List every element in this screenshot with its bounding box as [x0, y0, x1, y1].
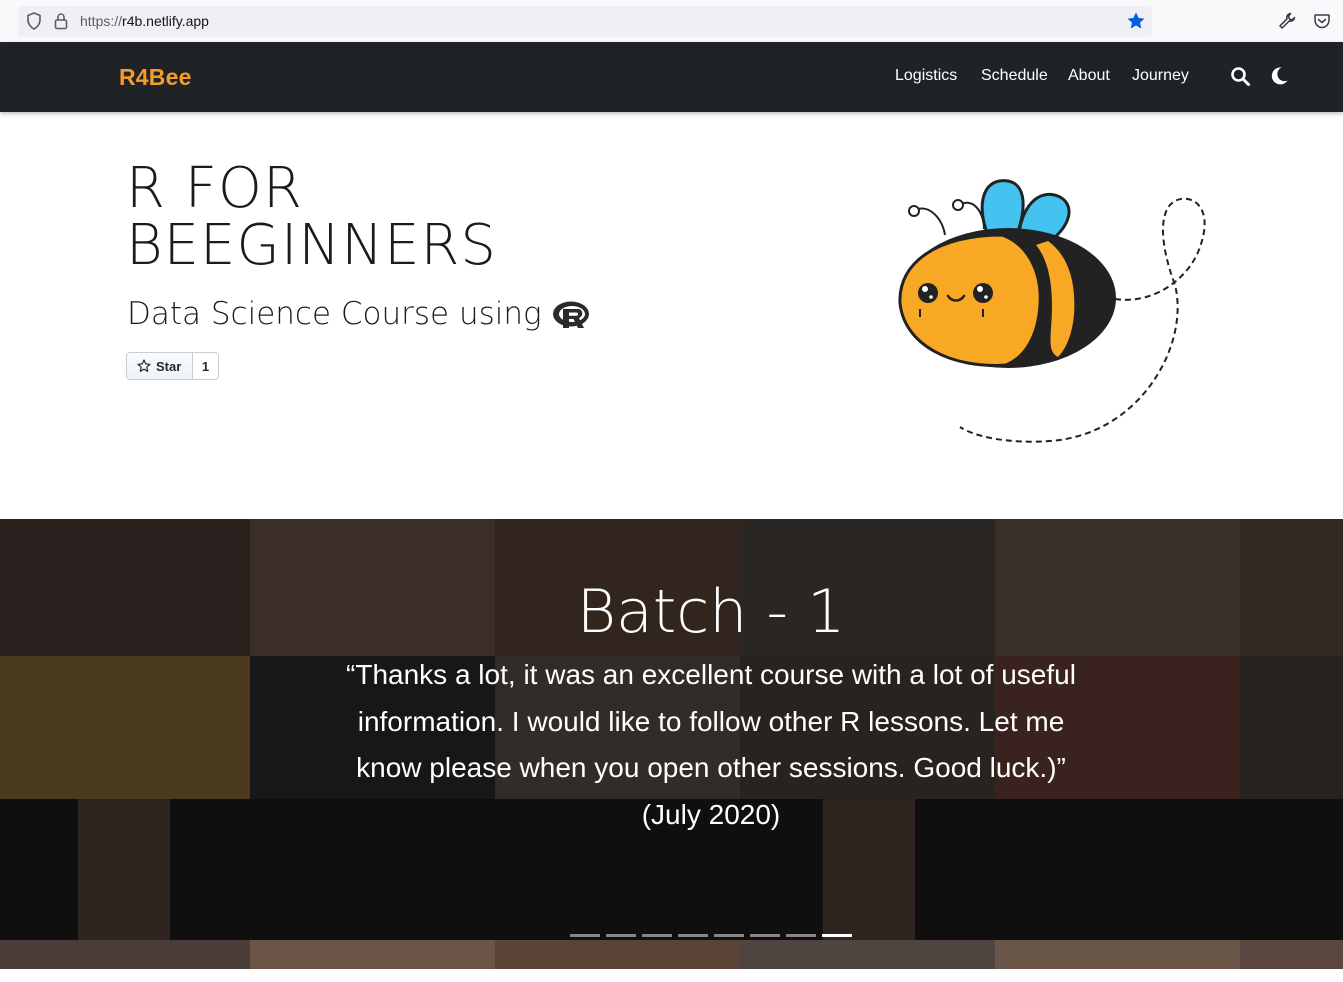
testimonial-carousel[interactable]: Batch - 1 “Thanks a lot, it was an excel… — [0, 519, 1343, 940]
r-language-logo-icon — [553, 301, 589, 328]
page-subtitle: Data Science Course using — [127, 296, 542, 332]
quote-date: (July 2020) — [641, 798, 781, 830]
carousel-indicator[interactable] — [606, 934, 636, 937]
browser-toolbar: https://r4b.netlify.app — [0, 0, 1343, 42]
carousel-indicator[interactable] — [714, 934, 744, 937]
lock-icon[interactable] — [53, 12, 69, 30]
url-text[interactable]: https://r4b.netlify.app — [80, 13, 209, 29]
carousel-indicators — [570, 934, 852, 937]
brand-logo[interactable]: R4Bee — [119, 64, 192, 91]
nav-link-schedule[interactable]: Schedule — [981, 67, 1048, 85]
github-star-button[interactable]: Star — [126, 352, 193, 380]
page-title-line-1: R FOR — [126, 156, 303, 221]
search-icon[interactable] — [1230, 66, 1250, 86]
quote-line: know please when you open other sessions… — [356, 752, 1066, 783]
star-outline-icon — [137, 359, 151, 372]
carousel-indicator[interactable] — [678, 934, 708, 937]
quote-line: information. I would like to follow othe… — [357, 705, 1065, 737]
github-star-count[interactable]: 1 — [192, 352, 219, 380]
bee-mascot-icon — [898, 179, 1206, 443]
page-title: R FOR BEEGINNERS — [126, 160, 497, 274]
carousel-indicator[interactable] — [642, 934, 672, 937]
carousel-indicator[interactable] — [570, 934, 600, 937]
carousel-testimonial-quote: “Thanks a lot, it was an excellent cours… — [330, 652, 1092, 838]
carousel-indicator[interactable] — [786, 934, 816, 937]
carousel-slide-title: Batch - 1 — [576, 577, 846, 647]
dark-mode-moon-icon[interactable] — [1269, 66, 1289, 86]
carousel-indicator[interactable] — [750, 934, 780, 937]
nav-link-journey[interactable]: Journey — [1132, 67, 1189, 85]
site-navbar: R4Bee Logistics Schedule About Journey — [0, 42, 1343, 112]
shield-icon[interactable] — [26, 12, 42, 30]
nav-link-logistics[interactable]: Logistics — [895, 67, 957, 85]
wrench-icon[interactable] — [1278, 12, 1296, 30]
carousel-indicator-active[interactable] — [822, 934, 852, 937]
bookmark-star-icon[interactable] — [1126, 11, 1146, 31]
next-slide-preview — [0, 940, 1343, 969]
github-star-label: Star — [156, 358, 182, 374]
quote-line: “Thanks a lot, it was an excellent cours… — [346, 659, 1076, 690]
pocket-icon[interactable] — [1313, 12, 1331, 30]
page-title-line-2: BEEGINNERS — [126, 213, 497, 278]
nav-link-about[interactable]: About — [1068, 67, 1110, 85]
